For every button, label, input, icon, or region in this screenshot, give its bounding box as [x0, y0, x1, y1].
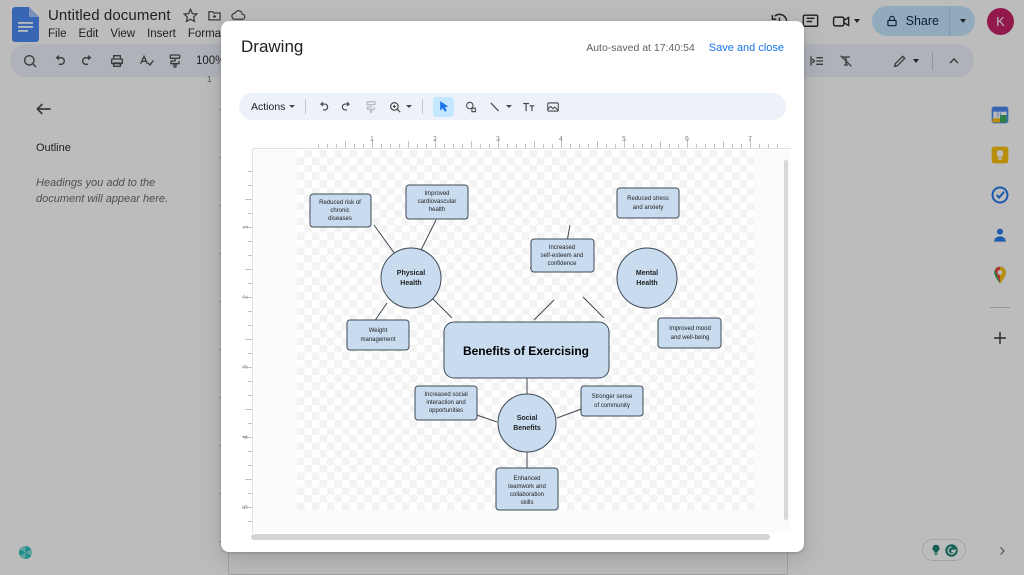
leaf-reduced-stress: Reduced stress and anxiety	[617, 188, 679, 218]
drawing-canvas[interactable]: .nfill { fill: #c9dcef; stroke: #3f4a56;…	[254, 150, 791, 533]
svg-text:Benefits: Benefits	[513, 425, 541, 432]
svg-text:and anxiety: and anxiety	[633, 205, 664, 211]
leaf-improved-cardiovascular: Improved cardiovascular health	[406, 185, 468, 219]
chevron-down-icon	[506, 105, 512, 108]
select-cursor-icon	[437, 100, 451, 114]
zoom-icon[interactable]	[388, 100, 402, 114]
svg-text:Health: Health	[636, 280, 657, 287]
leaf-improved-mood: Improved mood and well-being	[658, 318, 721, 348]
select-tool-button[interactable]	[433, 97, 454, 117]
svg-text:skills: skills	[521, 500, 534, 506]
ruler-label: 6	[685, 136, 689, 143]
svg-text:management: management	[360, 337, 395, 343]
ruler-label: 2	[433, 136, 437, 143]
actions-menu-button[interactable]: Actions	[247, 101, 295, 113]
actions-label: Actions	[251, 101, 285, 113]
svg-text:Weight: Weight	[369, 328, 388, 334]
chevron-down-icon	[289, 105, 295, 108]
svg-text:Mental: Mental	[636, 270, 658, 277]
svg-text:chronic: chronic	[330, 208, 349, 214]
ruler-label: 3	[496, 136, 500, 143]
line-tool-icon[interactable]	[488, 100, 502, 114]
toolbar-divider	[422, 99, 423, 114]
paint-format-icon	[364, 100, 378, 114]
node-mental-health: Mental Health	[617, 248, 677, 308]
leaf-stronger-sense-of-community: Stronger sense of community	[581, 386, 643, 416]
drawing-toolbar: Actions	[239, 93, 786, 120]
canvas-vertical-scrollbar[interactable]	[784, 160, 788, 520]
svg-text:cardiovascular: cardiovascular	[418, 199, 457, 205]
autosave-status: Auto-saved at 17:40:54	[586, 42, 695, 54]
svg-text:of community: of community	[594, 403, 630, 409]
text-box-tool-icon[interactable]	[522, 100, 536, 114]
canvas-horizontal-scrollbar[interactable]	[251, 534, 770, 540]
svg-text:Reduced stress: Reduced stress	[627, 196, 669, 202]
leaf-reduced-risk: Reduced risk of chronic diseases	[310, 194, 371, 227]
canvas-vertical-ruler: 1 2 3 4	[239, 149, 253, 533]
leaf-increased-social-interaction: Increased social interaction and opportu…	[415, 386, 477, 420]
drawing-dialog-title: Drawing	[241, 37, 303, 57]
app-root: Untitled document File Edit View Insert …	[0, 0, 1024, 575]
redo-icon[interactable]	[340, 100, 354, 114]
leaf-weight-management: Weight management	[347, 320, 409, 350]
svg-text:health: health	[429, 207, 445, 213]
chevron-down-icon	[406, 105, 412, 108]
node-center: Benefits of Exercising	[444, 322, 609, 378]
ruler-label: 7	[748, 136, 752, 143]
leaf-increased-self-esteem: Increased self-esteem and confidence	[531, 239, 594, 272]
zoom-tool[interactable]	[388, 100, 412, 114]
ruler-label: 1	[243, 225, 250, 229]
svg-text:confidence: confidence	[547, 261, 577, 267]
drawing-dialog-header: Drawing Auto-saved at 17:40:54 Save and …	[221, 21, 804, 73]
drawing-canvas-area: 1 2 3	[239, 133, 791, 533]
toolbar-divider	[305, 99, 306, 114]
svg-text:Increased social: Increased social	[424, 392, 467, 398]
line-tool[interactable]	[488, 100, 512, 114]
branch-label: Physical	[397, 270, 425, 277]
image-tool-icon[interactable]	[546, 100, 560, 114]
svg-text:Health: Health	[400, 280, 421, 287]
svg-text:Increased: Increased	[549, 245, 575, 251]
ruler-label: 2	[243, 295, 250, 299]
diagram-center-label: Benefits of Exercising	[463, 344, 589, 358]
leaf-enhanced-teamwork: Enhanced teamwork and collaboration skil…	[496, 468, 558, 510]
svg-text:teamwork and: teamwork and	[508, 484, 546, 490]
svg-text:interaction and: interaction and	[426, 400, 465, 406]
svg-text:self-esteem and: self-esteem and	[541, 253, 584, 259]
svg-text:collaboration: collaboration	[510, 492, 544, 498]
svg-text:Enhanced: Enhanced	[513, 476, 540, 482]
svg-text:Improved mood: Improved mood	[669, 326, 711, 332]
canvas-horizontal-ruler: 1 2 3	[253, 133, 791, 149]
drawing-dialog: Drawing Auto-saved at 17:40:54 Save and …	[221, 21, 804, 552]
svg-text:Social: Social	[517, 415, 538, 422]
node-physical-health: Physical Health	[381, 248, 441, 308]
save-and-close-button[interactable]: Save and close	[709, 42, 784, 54]
ruler-label: 3	[243, 365, 250, 369]
shape-tool-icon[interactable]	[464, 100, 478, 114]
svg-text:diseases: diseases	[328, 216, 352, 222]
svg-text:Stronger sense: Stronger sense	[592, 394, 633, 400]
svg-text:Improved: Improved	[424, 191, 449, 197]
ruler-label: 1	[370, 136, 374, 143]
svg-text:Reduced risk of: Reduced risk of	[319, 200, 361, 206]
svg-text:and well-being: and well-being	[671, 335, 710, 341]
ruler-label: 4	[559, 136, 563, 143]
undo-icon[interactable]	[316, 100, 330, 114]
ruler-label: 4	[243, 435, 250, 439]
node-social-benefits: Social Benefits	[498, 394, 556, 452]
mind-map-diagram[interactable]: .nfill { fill: #c9dcef; stroke: #3f4a56;…	[254, 150, 791, 533]
ruler-label: 5	[243, 505, 250, 509]
svg-text:opportunities: opportunities	[429, 408, 463, 414]
ruler-label: 5	[622, 136, 626, 143]
